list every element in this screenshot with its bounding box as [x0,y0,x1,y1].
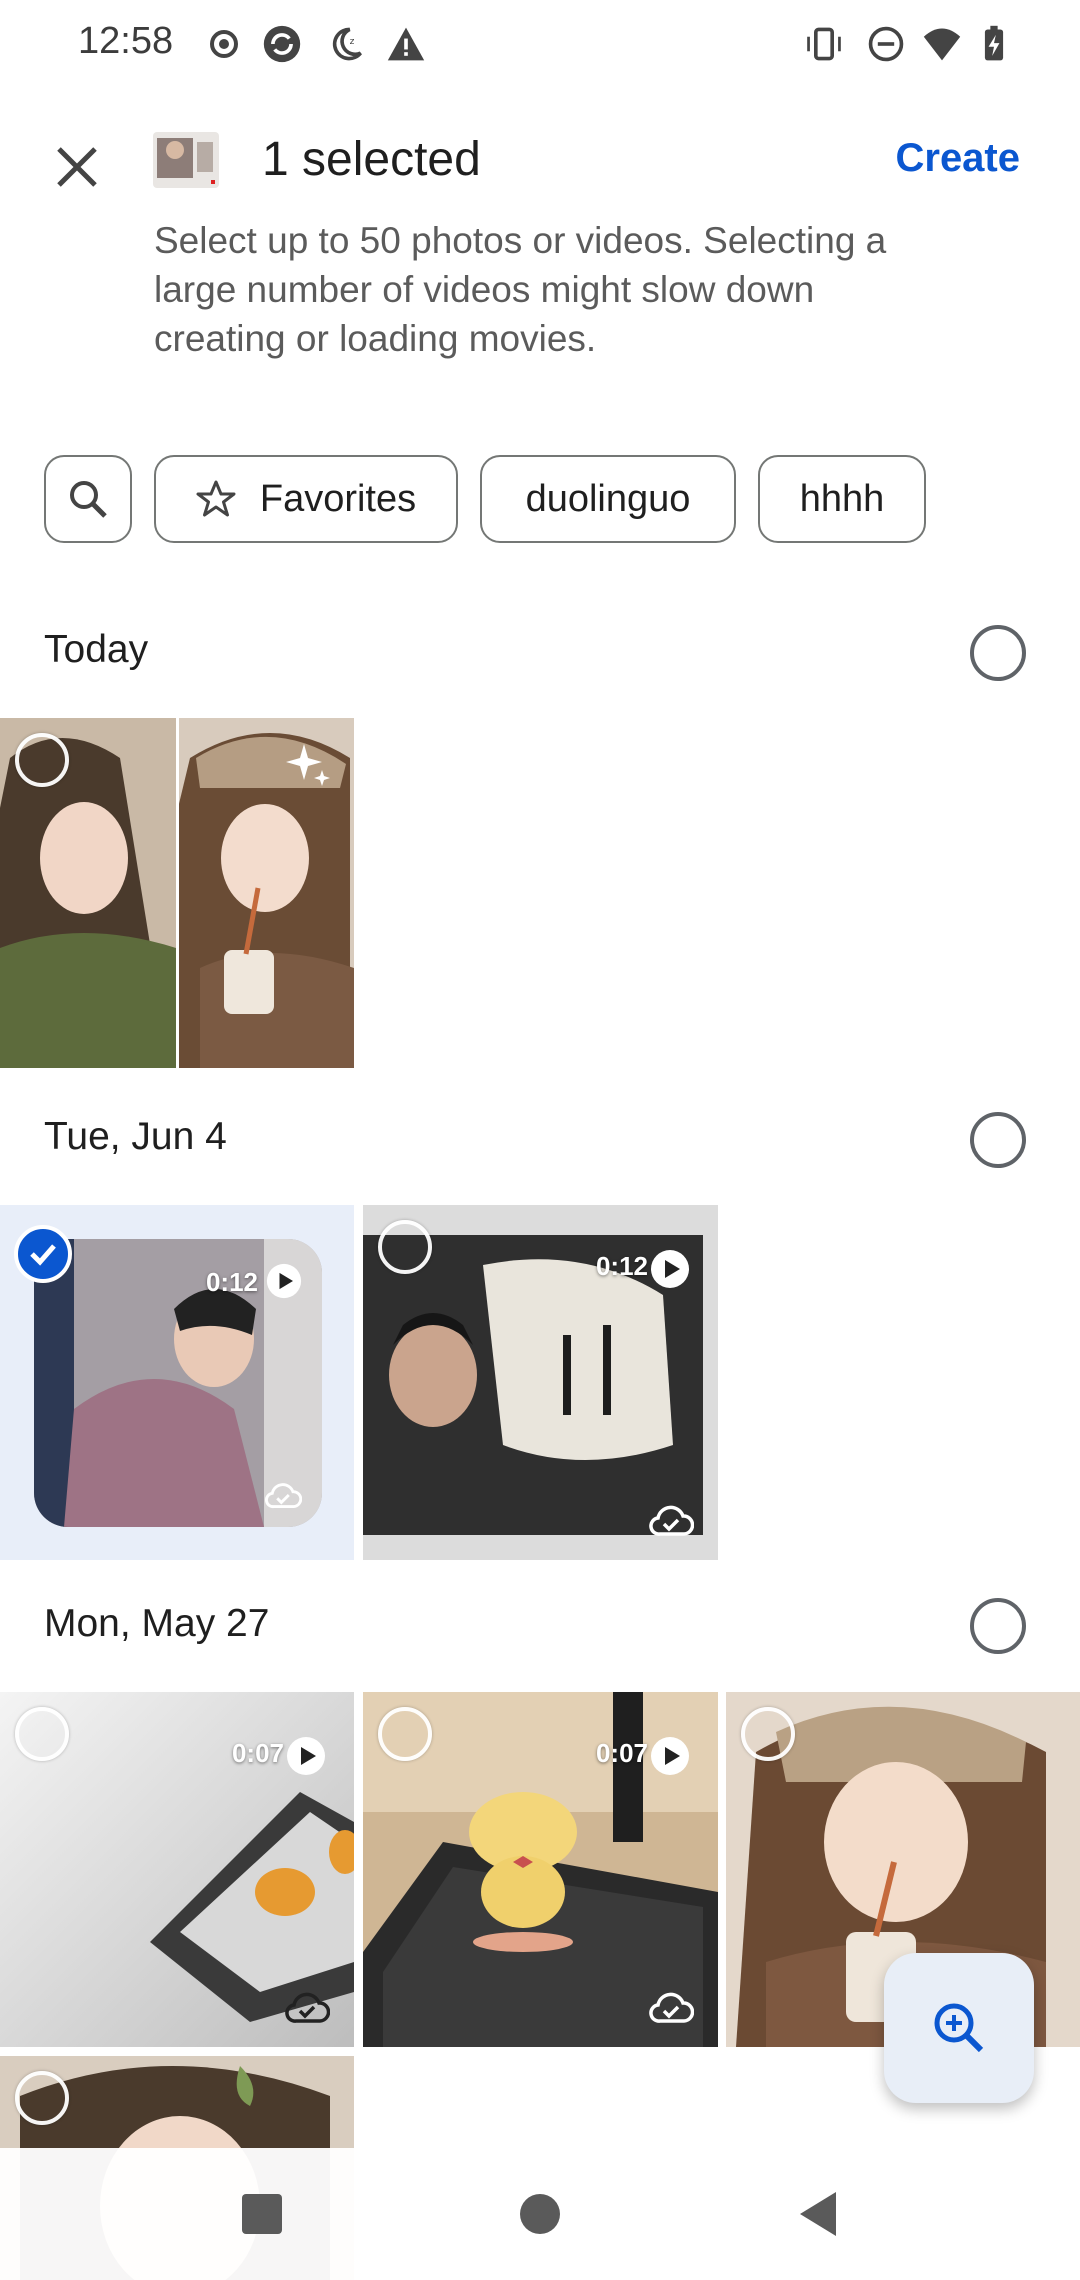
selected-check-badge[interactable] [14,1225,72,1283]
select-all-today-radio[interactable] [970,625,1026,681]
cloud-done-icon [649,1505,694,1536]
cloud-done-icon [649,1992,694,2023]
section-title-today: Today [44,628,149,671]
close-icon [57,147,97,187]
selected-count: 1 selected [262,133,481,186]
sync-icon [263,25,301,63]
status-bar: 12:58 z [0,0,1080,90]
hhhh-chip-label: hhhh [799,477,885,520]
recents-button[interactable] [226,2178,298,2250]
video-duration: 0:07 [231,1738,284,1768]
select-all-may27-radio[interactable] [970,1598,1026,1654]
section-title-may27: Mon, May 27 [44,1602,270,1645]
vibrate-icon [807,27,841,61]
section-title-jun4: Tue, Jun 4 [44,1115,227,1158]
star-icon [196,480,236,517]
tile-select-radio[interactable] [15,1707,69,1761]
system-nav-bar [0,2148,1080,2280]
home-button[interactable] [504,2178,576,2250]
favorites-chip-label: Favorites [259,477,417,520]
video-tile-may27-1[interactable]: 0:07 [0,1692,354,2047]
video-tile-jun4-1-selected[interactable]: 0:12 [0,1205,354,1560]
video-duration: 0:12 [595,1251,648,1281]
photo-tile-today-1[interactable] [0,718,354,1068]
zoom-in-icon [934,2003,984,2053]
warning-icon [387,27,425,61]
hhhh-chip[interactable]: hhhh [758,455,926,543]
back-button[interactable] [782,2178,854,2250]
create-button[interactable]: Create [895,136,1020,181]
check-icon [30,1244,56,1266]
back-triangle-icon [800,2192,836,2236]
do-not-disturb-moon-icon: z [332,27,362,61]
wifi-icon [923,28,961,61]
sparkle-icon [286,744,330,786]
cloud-done-icon [285,1992,330,2023]
selection-hint: Select up to 50 photos or videos. Select… [154,220,887,359]
selected-thumbnail [153,132,219,188]
video-duration: 0:12 [205,1267,258,1297]
video-duration: 0:07 [595,1738,648,1768]
video-tile-may27-2[interactable]: 0:07 [363,1692,718,2047]
square-icon [242,2194,282,2234]
svg-text:z: z [350,37,355,47]
battery-icon [984,25,1004,61]
play-icon [266,1263,302,1299]
selection-header: 1 selected Create [0,120,1080,200]
close-button[interactable] [40,130,114,204]
search-icon [70,481,107,518]
circle-icon [520,2194,560,2234]
duolinguo-chip-label: duolinguo [525,477,691,520]
select-all-jun4-radio[interactable] [970,1112,1026,1168]
cloud-done-icon [265,1483,302,1509]
tile-select-radio[interactable] [15,2071,69,2125]
play-icon [287,1737,325,1775]
tile-select-radio[interactable] [15,733,69,787]
search-chip[interactable] [44,455,132,543]
tile-select-radio[interactable] [378,1707,432,1761]
tile-select-radio[interactable] [741,1707,795,1761]
play-icon [651,1250,689,1288]
play-icon [651,1737,689,1775]
dnd-icon [868,26,904,62]
zoom-in-button[interactable] [884,1953,1034,2103]
record-icon [210,30,238,58]
video-tile-jun4-2[interactable]: 0:12 [363,1205,718,1560]
favorites-chip[interactable]: Favorites [154,455,458,543]
tile-select-radio[interactable] [378,1220,432,1274]
status-time: 12:58 [78,20,174,62]
duolinguo-chip[interactable]: duolinguo [480,455,736,543]
